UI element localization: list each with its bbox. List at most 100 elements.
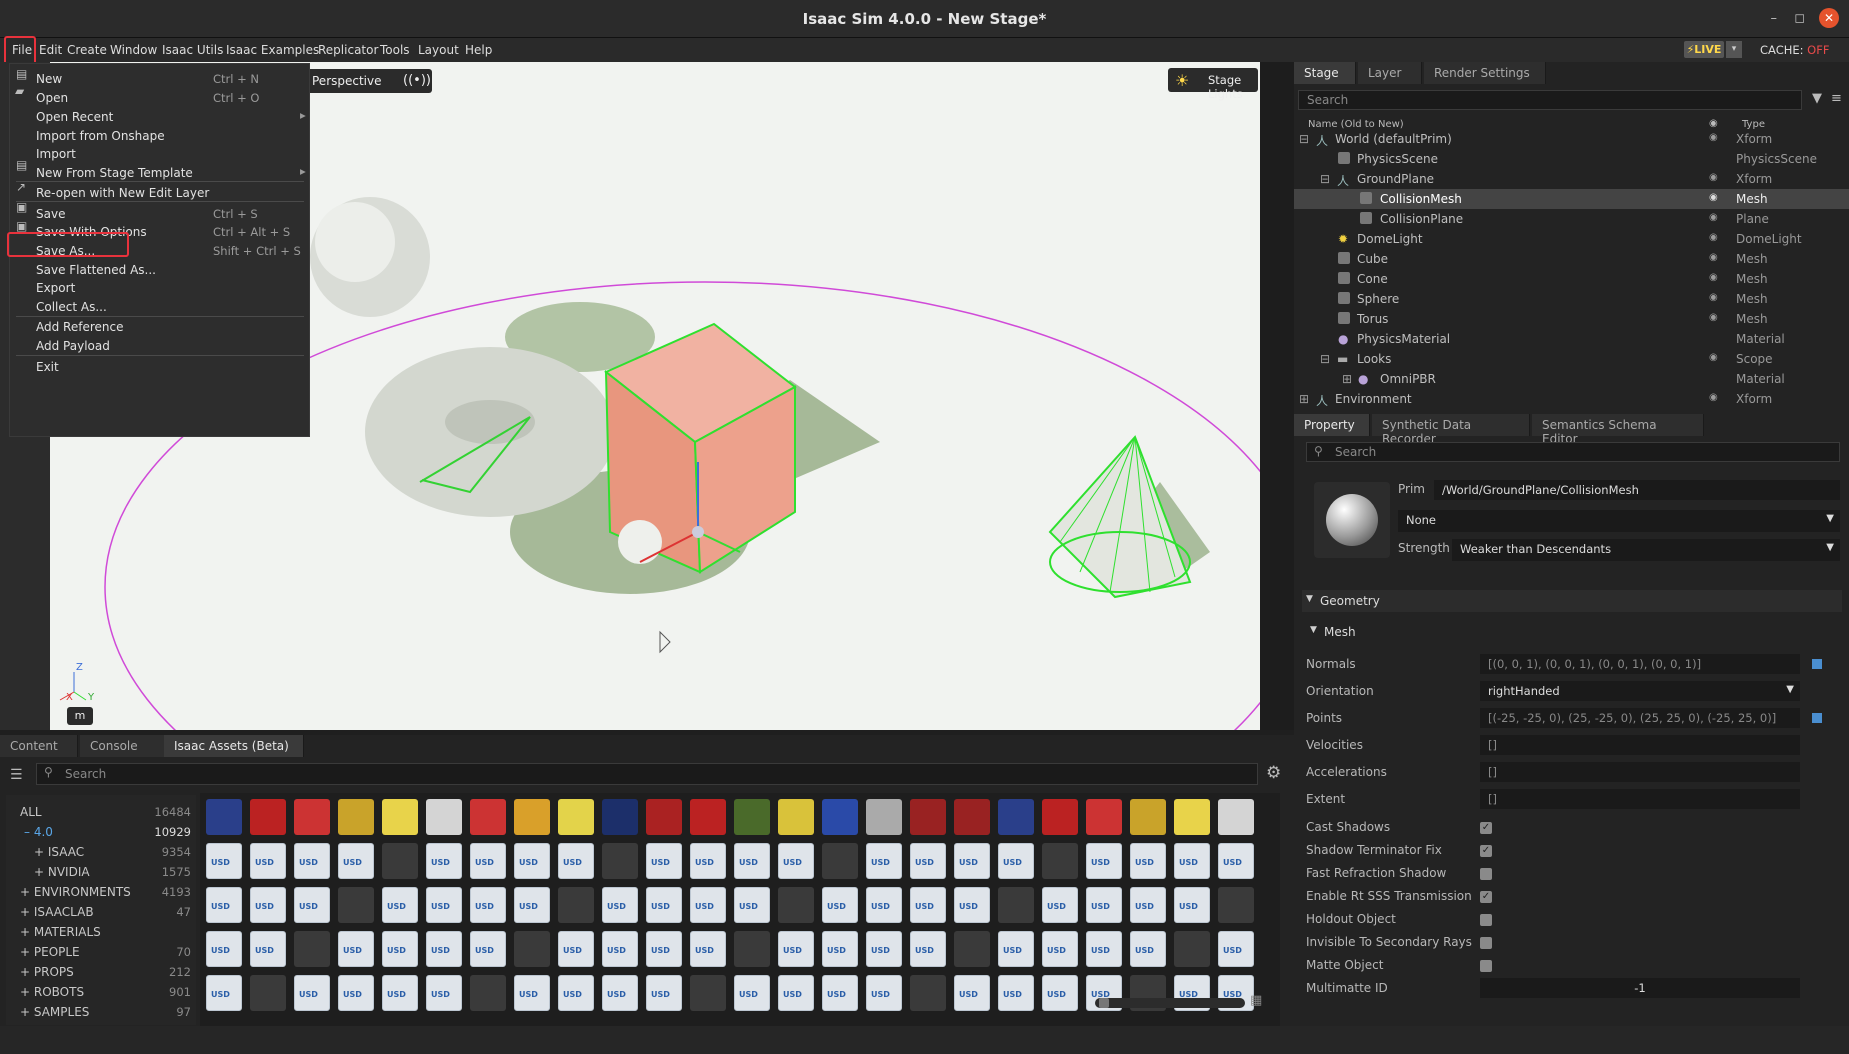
category-nvidia[interactable]: + NVIDIA	[34, 865, 90, 879]
menu-create[interactable]: Create	[67, 43, 107, 57]
asset-thumbnail[interactable]	[690, 975, 726, 1011]
prim-path-field[interactable]: /World/GroundPlane/CollisionMesh	[1434, 480, 1840, 500]
asset-thumbnail[interactable]	[1174, 843, 1210, 879]
tree-row-selected[interactable]: CollisionMesh ◉ Mesh	[1294, 189, 1849, 209]
category-environments[interactable]: + ENVIRONMENTS	[20, 885, 131, 899]
asset-thumbnail[interactable]	[250, 799, 286, 835]
tree-row[interactable]: ⊟ 人 World (defaultPrim) ◉ Xform	[1294, 129, 1849, 149]
asset-thumbnail[interactable]	[602, 931, 638, 967]
menu-icon[interactable]: ≡	[1831, 91, 1842, 106]
asset-thumbnail[interactable]	[822, 843, 858, 879]
asset-thumbnail[interactable]	[1086, 887, 1122, 923]
tab-isaac-assets[interactable]: Isaac Assets (Beta)	[164, 735, 304, 757]
asset-thumbnail[interactable]	[1218, 931, 1254, 967]
category-all[interactable]: ALL	[20, 805, 42, 819]
tab-stage[interactable]: Stage	[1294, 62, 1356, 84]
menu-replicator[interactable]: Replicator	[318, 43, 378, 57]
asset-thumbnail[interactable]	[646, 843, 682, 879]
category-isaac[interactable]: + ISAAC	[34, 845, 84, 859]
property-search-input[interactable]: Search	[1306, 442, 1840, 462]
asset-thumbnail[interactable]	[954, 799, 990, 835]
asset-thumbnail[interactable]	[690, 931, 726, 967]
points-field[interactable]: [(-25, -25, 0), (25, -25, 0), (25, 25, 0…	[1480, 708, 1800, 728]
asset-thumbnail[interactable]	[998, 843, 1034, 879]
asset-thumbnail[interactable]	[910, 799, 946, 835]
asset-thumbnail[interactable]	[470, 931, 506, 967]
tab-semantics[interactable]: Semantics Schema Editor	[1532, 414, 1704, 446]
asset-thumbnail[interactable]	[1130, 887, 1166, 923]
asset-thumbnail[interactable]	[250, 931, 286, 967]
asset-thumbnail[interactable]	[470, 799, 506, 835]
asset-thumbnail[interactable]	[998, 887, 1034, 923]
asset-thumbnail[interactable]	[382, 887, 418, 923]
tab-property[interactable]: Property	[1294, 414, 1370, 436]
menu-item-import-onshape[interactable]: Import from Onshape	[36, 129, 165, 143]
asset-thumbnail[interactable]	[822, 931, 858, 967]
asset-thumbnail[interactable]	[1086, 931, 1122, 967]
broadcast-icon[interactable]: ((•))	[402, 69, 432, 93]
asset-thumbnail[interactable]	[1174, 799, 1210, 835]
geometry-header[interactable]: ▼ Geometry	[1302, 590, 1842, 612]
menu-isaac-utils[interactable]: Isaac Utils	[162, 43, 223, 57]
tree-row[interactable]: Sphere ◉ Mesh	[1294, 289, 1849, 309]
tab-content[interactable]: Content	[0, 735, 78, 757]
asset-thumbnail[interactable]	[426, 887, 462, 923]
category-samples[interactable]: + SAMPLES	[20, 1005, 89, 1019]
asset-thumbnail[interactable]	[558, 799, 594, 835]
filter-icon[interactable]: ▼	[1812, 91, 1822, 106]
asset-thumbnail[interactable]	[206, 799, 242, 835]
tree-row[interactable]: Torus ◉ Mesh	[1294, 309, 1849, 329]
category-people[interactable]: + PEOPLE	[20, 945, 80, 959]
asset-thumbnail[interactable]	[1042, 887, 1078, 923]
velocities-field[interactable]: []	[1480, 735, 1800, 755]
minimize-button[interactable]: –	[1771, 11, 1778, 26]
accelerations-field[interactable]: []	[1480, 762, 1800, 782]
asset-thumbnail[interactable]	[1042, 931, 1078, 967]
grid-view-icon[interactable]: ▦	[1250, 993, 1262, 1008]
menu-layout[interactable]: Layout	[418, 43, 459, 57]
asset-thumbnail[interactable]	[294, 843, 330, 879]
units-label[interactable]: m	[67, 707, 93, 725]
asset-thumbnail[interactable]	[822, 975, 858, 1011]
asset-thumbnail[interactable]	[998, 799, 1034, 835]
fast-refraction-checkbox[interactable]	[1480, 868, 1492, 880]
tree-row[interactable]: CollisionPlane ◉ Plane	[1294, 209, 1849, 229]
asset-thumbnail[interactable]	[250, 975, 286, 1011]
live-button[interactable]: ⚡LIVE	[1684, 41, 1724, 58]
asset-thumbnail[interactable]	[910, 887, 946, 923]
asset-thumbnail[interactable]	[338, 975, 374, 1011]
shadow-terminator-checkbox[interactable]: ✓	[1480, 845, 1492, 857]
matte-object-checkbox[interactable]	[1480, 960, 1492, 972]
tree-toggle-icon[interactable]: ☰	[10, 767, 23, 783]
asset-thumbnail[interactable]	[1042, 799, 1078, 835]
asset-thumbnail[interactable]	[734, 931, 770, 967]
menu-isaac-examples[interactable]: Isaac Examples	[226, 43, 319, 57]
tree-row[interactable]: ⊞ ● OmniPBR Material	[1294, 369, 1849, 389]
menu-item-add-payload[interactable]: Add Payload	[36, 339, 110, 353]
asset-thumbnail[interactable]	[338, 843, 374, 879]
tab-console[interactable]: Console	[80, 735, 168, 757]
menu-edit[interactable]: Edit	[39, 43, 62, 57]
menu-item-open-recent[interactable]: Open Recent	[36, 110, 113, 124]
asset-thumbnail[interactable]	[338, 931, 374, 967]
category-props[interactable]: + PROPS	[20, 965, 74, 979]
mesh-header[interactable]: ▼ Mesh	[1308, 621, 1842, 643]
asset-thumbnail[interactable]	[470, 975, 506, 1011]
asset-thumbnail[interactable]	[734, 799, 770, 835]
asset-thumbnail[interactable]	[1218, 887, 1254, 923]
asset-thumbnail[interactable]	[1130, 931, 1166, 967]
asset-thumbnail[interactable]	[206, 975, 242, 1011]
asset-thumbnail[interactable]	[1042, 975, 1078, 1011]
asset-thumbnail[interactable]	[998, 975, 1034, 1011]
asset-thumbnail[interactable]	[866, 843, 902, 879]
asset-thumbnail[interactable]	[1130, 799, 1166, 835]
asset-thumbnail[interactable]	[778, 931, 814, 967]
menu-item-exit[interactable]: Exit	[36, 360, 59, 374]
asset-thumbnail[interactable]	[602, 799, 638, 835]
asset-thumbnail[interactable]	[646, 887, 682, 923]
menu-item-open[interactable]: Open	[36, 91, 68, 105]
asset-thumbnail[interactable]	[382, 931, 418, 967]
tree-row[interactable]: ● PhysicsMaterial Material	[1294, 329, 1849, 349]
menu-item-add-reference[interactable]: Add Reference	[36, 320, 123, 334]
category-materials[interactable]: + MATERIALS	[20, 925, 101, 939]
